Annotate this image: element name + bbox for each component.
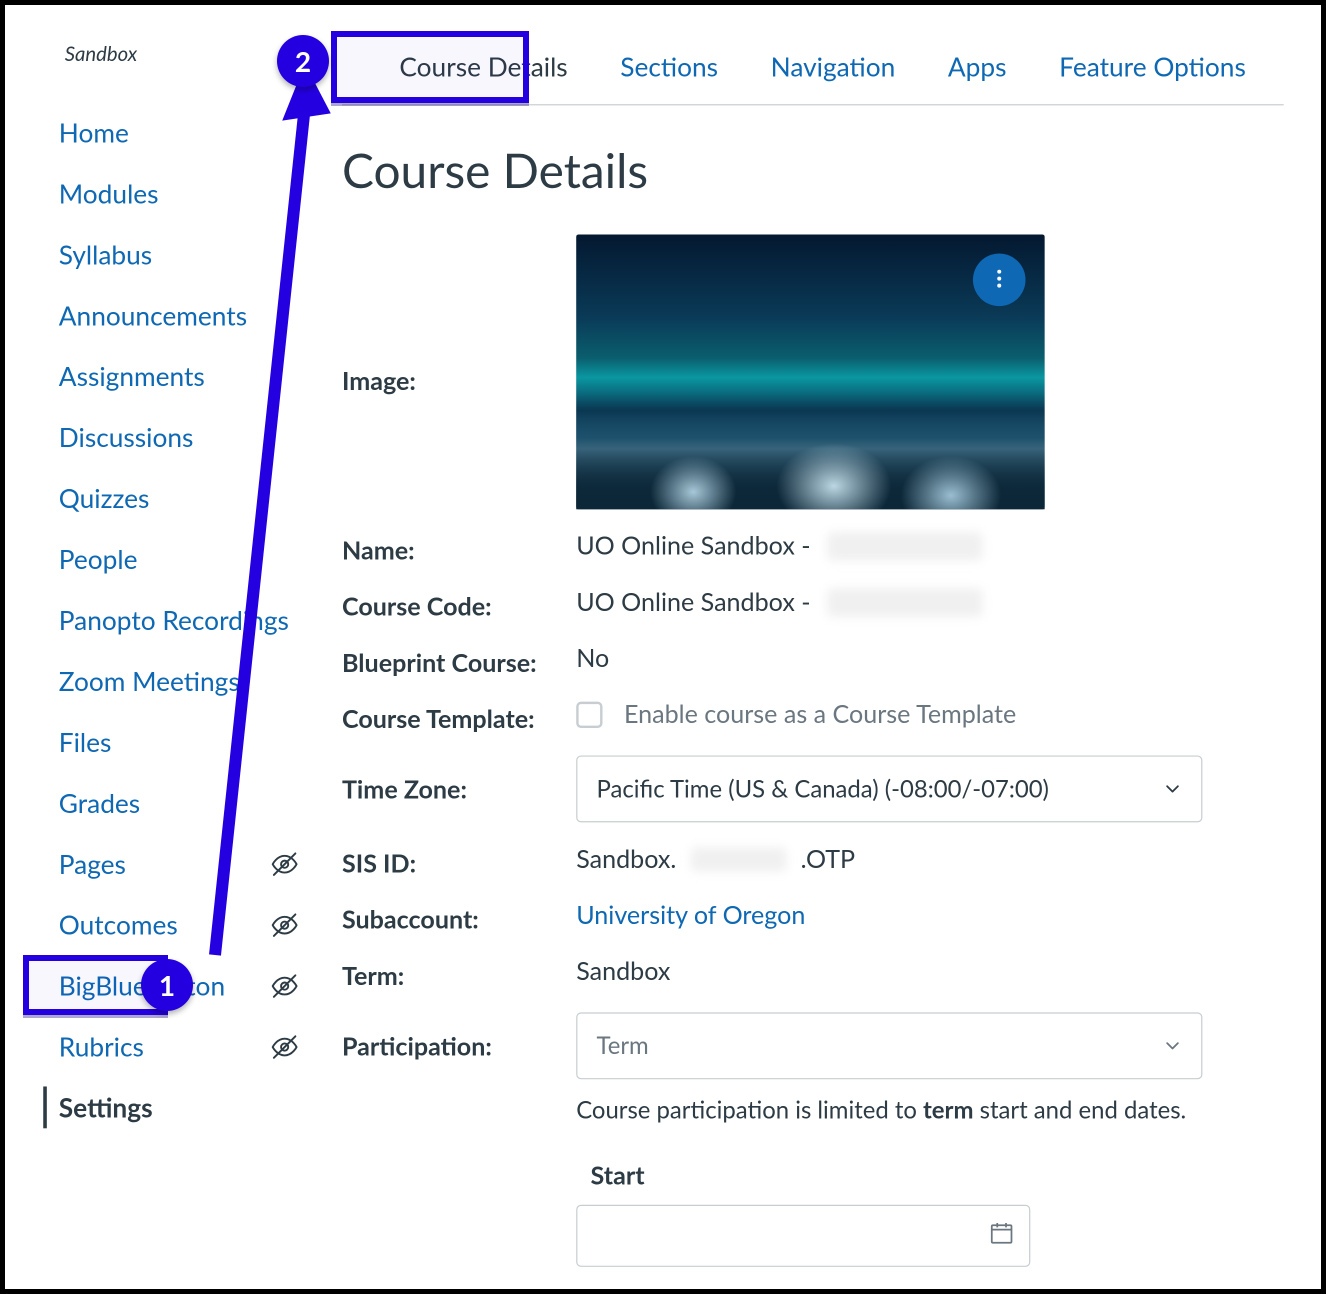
course-details-table: Image: Name: UO Online Sandbox - [342,234,1284,1266]
sidebar-link[interactable]: Assignments [59,360,205,392]
sidebar-item-panopto-recordings[interactable]: Panopto Recordings [5,589,318,650]
hidden-eye-icon [270,910,299,939]
timezone-select-wrap: Pacific Time (US & Canada) (-08:00/-07:0… [576,755,1202,822]
blueprint-label: Blueprint Course: [342,643,576,678]
template-checkbox-label: Enable course as a Course Template [624,699,1016,729]
blueprint-value: No [576,643,1283,673]
template-checkbox[interactable] [576,701,602,727]
participation-note-strong: term [923,1096,973,1125]
sidebar-item-files[interactable]: Files [5,711,318,772]
tab-apps[interactable]: Apps [948,34,1007,105]
sis-id-value: Sandbox. .OTP [576,844,1283,874]
sidebar-item-bigbluebutton[interactable]: BigBlueButton [5,955,318,1016]
more-vertical-icon [987,264,1011,296]
sidebar-link[interactable]: People [59,543,138,575]
sidebar-item-outcomes[interactable]: Outcomes [5,894,318,955]
page-title: Course Details [342,141,1284,198]
sidebar-link[interactable]: Pages [59,847,126,879]
participation-select-wrap: Term [576,1012,1202,1079]
subaccount-link[interactable]: University of Oregon [576,900,805,930]
settings-tabs: Course Details Sections Navigation Apps Feat… [342,34,1284,106]
subaccount-value: University of Oregon [576,900,1283,930]
sidebar-link[interactable]: Home [59,116,129,148]
timezone-selected: Pacific Time (US & Canada) (-08:00/-07:0… [597,775,1049,804]
tab-feature-options[interactable]: Feature Options [1059,34,1246,105]
sidebar-link[interactable]: Quizzes [59,482,150,514]
name-label: Name: [342,531,576,566]
sidebar-item-home[interactable]: Home [5,102,318,163]
timezone-value: Pacific Time (US & Canada) (-08:00/-07:0… [576,755,1283,822]
sidebar-item-zoom-meetings[interactable]: Zoom Meetings [5,650,318,711]
tab-course-details[interactable]: Course Details [399,34,567,105]
hidden-eye-icon [270,849,299,878]
participation-note-pre: Course participation is limited to [576,1096,923,1125]
sidebar-link[interactable]: Rubrics [59,1030,144,1062]
hidden-eye-icon [270,971,299,1000]
participation-note-post: start and end dates. [973,1096,1186,1125]
timezone-label: Time Zone: [342,755,576,804]
sidebar-item-discussions[interactable]: Discussions [5,407,318,468]
sidebar-item-settings[interactable]: Settings [5,1077,318,1138]
sidebar-link[interactable]: Announcements [59,299,247,331]
course-image[interactable] [576,234,1044,509]
name-text-prefix: UO Online Sandbox - [576,531,810,561]
start-input-row [576,1205,1283,1267]
name-value: UO Online Sandbox - [576,531,1283,561]
image-value [576,234,1283,509]
sis-id-label: SIS ID: [342,844,576,879]
sidebar-item-syllabus[interactable]: Syllabus [5,224,318,285]
hidden-eye-icon [270,1032,299,1061]
course-code-value: UO Online Sandbox - [576,587,1283,617]
calendar-icon [988,1220,1014,1252]
sidebar-item-people[interactable]: People [5,528,318,589]
breadcrumb[interactable]: Sandbox [65,41,318,66]
image-options-button[interactable] [973,254,1026,307]
sidebar-link[interactable]: Settings [59,1091,153,1123]
course-code-label: Course Code: [342,587,576,622]
code-text-prefix: UO Online Sandbox - [576,587,810,617]
screenshot-frame: Sandbox Home Modules Syllabus Announcements… [0,0,1326,1294]
course-template-label: Course Template: [342,699,576,734]
sis-prefix: Sandbox. [576,844,676,874]
name-redacted [827,531,982,560]
start-label: Start [591,1161,1284,1191]
participation-label: Participation: [342,1012,576,1061]
sis-suffix: .OTP [801,844,856,874]
sidebar-link[interactable]: Grades [59,787,140,819]
sidebar-link[interactable]: Outcomes [59,908,178,940]
sidebar-link[interactable]: Syllabus [59,238,152,270]
image-label: Image: [342,234,576,395]
sidebar-link[interactable]: Zoom Meetings [59,665,240,697]
main-content: Course Details Sections Navigation Apps Feat… [318,34,1307,1267]
sidebar-link[interactable]: Panopto Recordings [59,604,289,636]
sidebar-item-quizzes[interactable]: Quizzes [5,467,318,528]
sidebar-link[interactable]: Modules [59,177,159,209]
sidebar-link[interactable]: Files [59,726,112,758]
code-redacted [827,588,982,617]
timezone-select[interactable]: Pacific Time (US & Canada) (-08:00/-07:0… [576,755,1202,822]
course-template-value: Enable course as a Course Template [576,699,1283,729]
sidebar-item-rubrics[interactable]: Rubrics [5,1016,318,1077]
start-date-input[interactable] [576,1205,1030,1267]
sidebar-item-grades[interactable]: Grades [5,772,318,833]
subaccount-label: Subaccount: [342,900,576,935]
participation-selected: Term [597,1032,649,1061]
sidebar-item-assignments[interactable]: Assignments [5,346,318,407]
course-nav-list: Home Modules Syllabus Announcements Assignme… [5,102,318,1138]
sidebar-item-pages[interactable]: Pages [5,833,318,894]
sidebar-link[interactable]: BigBlueButton [59,969,225,1001]
sidebar-item-announcements[interactable]: Announcements [5,285,318,346]
participation-select[interactable]: Term [576,1012,1202,1079]
sidebar-link[interactable]: Discussions [59,421,194,453]
sidebar-item-modules[interactable]: Modules [5,163,318,224]
tab-navigation[interactable]: Navigation [771,34,896,105]
sis-redacted [691,847,787,871]
term-label: Term: [342,956,576,991]
term-value: Sandbox [576,956,1283,986]
participation-cell: Term Course participation is limited to … [576,1012,1283,1267]
tab-sections[interactable]: Sections [620,34,718,105]
course-sidebar: Sandbox Home Modules Syllabus Announcements… [5,34,318,1267]
participation-note: Course participation is limited to term … [576,1096,1283,1125]
